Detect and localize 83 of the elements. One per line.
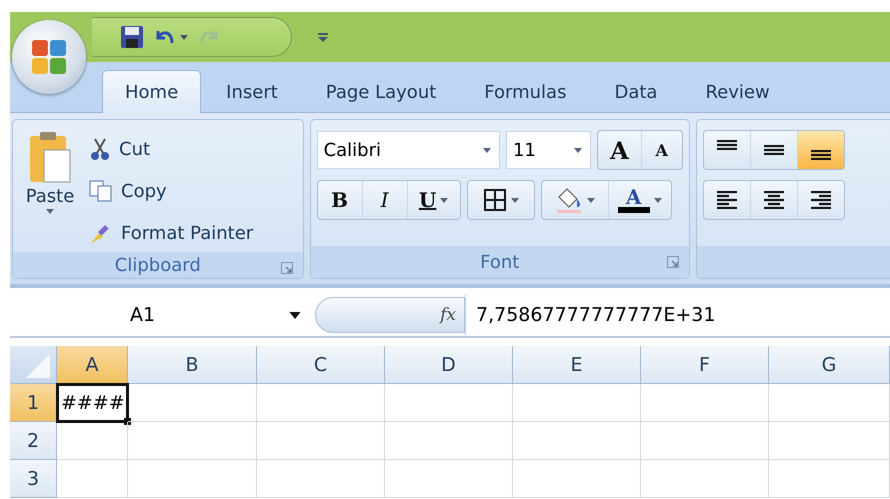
office-button[interactable]	[12, 20, 86, 94]
align-center-icon	[764, 191, 784, 209]
borders-icon	[482, 188, 507, 212]
table-cell[interactable]	[128, 460, 257, 498]
ribbon-tab[interactable]: Data	[591, 70, 680, 113]
column-header[interactable]: G	[769, 346, 890, 384]
table-cell[interactable]	[641, 460, 769, 498]
ribbon-tab[interactable]: Formulas	[461, 70, 590, 113]
clipboard-icon	[28, 130, 72, 184]
group-label: Font	[480, 252, 520, 272]
align-left-icon	[716, 191, 737, 209]
table-cell[interactable]	[57, 422, 128, 460]
caret-icon	[574, 148, 582, 152]
italic-button[interactable]: I	[362, 181, 408, 219]
row-header[interactable]: 2	[10, 422, 57, 460]
table-cell[interactable]	[57, 460, 128, 498]
row-header[interactable]: 1	[10, 384, 57, 422]
column-header[interactable]: B	[128, 346, 257, 384]
table-cell[interactable]	[513, 384, 641, 422]
formula-field[interactable]: 7,75867777777777E+31	[465, 294, 890, 336]
caret-icon	[510, 198, 519, 202]
align-right-icon	[810, 191, 831, 209]
select-all-button[interactable]	[10, 346, 57, 384]
align-middle-icon	[764, 145, 784, 155]
table-cell[interactable]	[513, 460, 641, 498]
paste-button[interactable]: Paste	[19, 130, 81, 252]
font-name-field[interactable]: Calibri	[316, 131, 500, 169]
align-top-icon	[716, 140, 737, 150]
table-cell[interactable]	[128, 384, 257, 422]
table-cell[interactable]	[257, 422, 385, 460]
row-header[interactable]: 3	[10, 460, 57, 498]
table-cell[interactable]	[513, 422, 641, 460]
table-cell[interactable]	[385, 460, 513, 498]
office-logo-icon	[30, 38, 68, 76]
table-cell[interactable]	[385, 422, 513, 460]
format-painter-button[interactable]: Format Painter	[89, 214, 254, 252]
dialog-launcher-icon[interactable]	[666, 256, 679, 268]
scissors-icon	[89, 137, 111, 161]
table-cell[interactable]	[257, 384, 385, 422]
shrink-font-button[interactable]: A	[642, 131, 682, 169]
caret-icon	[289, 312, 301, 318]
table-cell[interactable]	[257, 460, 385, 498]
save-icon[interactable]	[120, 25, 144, 49]
column-header[interactable]: A	[57, 346, 128, 384]
table-cell[interactable]	[385, 384, 513, 422]
column-header[interactable]: D	[385, 346, 513, 384]
dialog-launcher-icon[interactable]	[280, 262, 293, 274]
caret-icon	[654, 198, 662, 202]
insert-function-button[interactable]: fx	[440, 305, 456, 325]
name-box[interactable]: A1	[10, 294, 315, 336]
align-bottom-icon	[810, 150, 831, 160]
caret-icon	[180, 34, 188, 40]
paint-bucket-icon	[554, 187, 583, 213]
caret-icon	[46, 209, 54, 214]
column-header[interactable]: C	[257, 346, 385, 384]
column-header[interactable]: E	[513, 346, 641, 384]
ribbon-tab[interactable]: Page Layout	[302, 70, 460, 113]
table-cell[interactable]	[641, 422, 769, 460]
table-cell[interactable]	[769, 422, 890, 460]
customize-toolbar-icon[interactable]	[318, 32, 328, 42]
align-bottom-button[interactable]	[798, 131, 844, 169]
font-color-button[interactable]: A	[608, 181, 671, 219]
grow-font-button[interactable]: A	[598, 131, 642, 169]
cut-button[interactable]: Cut	[89, 130, 254, 168]
table-cell[interactable]	[769, 384, 890, 422]
ribbon-tab[interactable]: Review	[682, 70, 793, 113]
table-cell[interactable]	[641, 384, 769, 422]
caret-icon	[482, 148, 491, 152]
triangle-icon	[26, 354, 50, 378]
column-header[interactable]: F	[641, 346, 769, 384]
table-cell[interactable]: ####	[57, 384, 128, 422]
copy-button[interactable]: Copy	[89, 172, 254, 210]
table-cell[interactable]	[128, 422, 257, 460]
bold-button[interactable]: B	[318, 181, 363, 219]
caret-icon	[586, 198, 595, 202]
table-cell[interactable]	[769, 460, 890, 498]
font-size-field[interactable]: 11	[506, 131, 592, 169]
copy-icon	[89, 180, 113, 202]
ribbon-tab[interactable]: Home	[102, 70, 202, 113]
ribbon-tab[interactable]: Insert	[203, 70, 301, 113]
underline-button[interactable]: U	[408, 181, 460, 219]
caret-icon	[440, 198, 448, 202]
group-label: Clipboard	[114, 254, 201, 276]
